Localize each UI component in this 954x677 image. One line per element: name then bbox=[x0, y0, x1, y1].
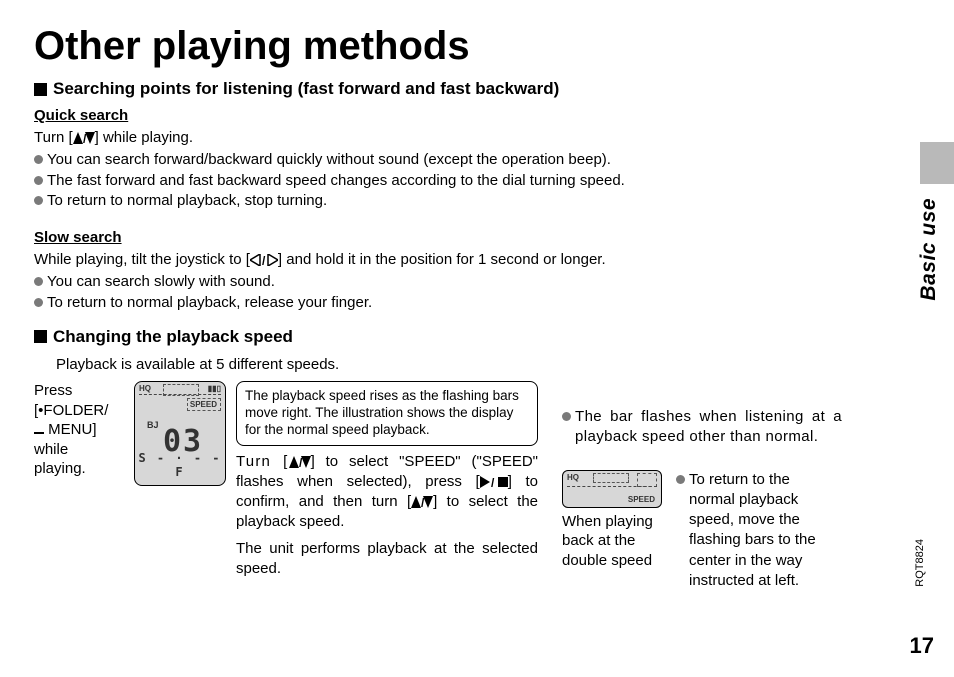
section-heading-search: Searching points for listening (fast for… bbox=[34, 79, 894, 99]
page-title: Other playing methods bbox=[34, 24, 894, 69]
text-line: [•FOLDER/ bbox=[34, 401, 124, 421]
text-line: MENU] bbox=[34, 420, 124, 440]
right-bullet-1: The bar flashes when listening at a play… bbox=[562, 407, 842, 448]
bullet-icon bbox=[34, 196, 43, 205]
lcd-speed-label: SPEED bbox=[628, 495, 655, 504]
page-number: 17 bbox=[910, 633, 934, 659]
section-heading-text: Changing the playback speed bbox=[53, 327, 293, 347]
bullet-text: The bar flashes when listening at a play… bbox=[575, 407, 842, 448]
bullet-text: You can search forward/backward quickly … bbox=[47, 150, 611, 170]
lcd-illustration: HQ ▮▮▯ SPEED BJ 03 S - · - - F bbox=[134, 381, 226, 486]
lcd-dashed-selection bbox=[187, 398, 221, 411]
lcd-battery-icon: ▮▮▯ bbox=[208, 384, 221, 393]
mid-instruction: Turn [/] to select "SPEED" ("SPEED" flas… bbox=[236, 452, 538, 533]
mid-instruction-2: The unit performs playback at the select… bbox=[236, 539, 538, 580]
bullet-icon bbox=[562, 412, 571, 421]
svg-text:/: / bbox=[491, 476, 496, 488]
lcd-speed-bar: S - · - - F bbox=[135, 451, 225, 479]
text-line: Press bbox=[34, 381, 124, 401]
bullet-text: To return to normal playback, release yo… bbox=[47, 293, 372, 313]
bullet-icon bbox=[34, 277, 43, 286]
speed-row: Press [•FOLDER/ MENU] while playing. HQ … bbox=[34, 381, 894, 591]
lcd-hq-label: HQ bbox=[139, 384, 151, 393]
lcd-dashed-selection bbox=[163, 384, 199, 396]
slow-search-line: While playing, tilt the joystick to [ / ] … bbox=[34, 250, 894, 270]
square-bullet-icon bbox=[34, 83, 47, 96]
text-line: while bbox=[34, 440, 124, 460]
lcd-divider bbox=[567, 486, 657, 487]
section-heading-speed: Changing the playback speed bbox=[34, 327, 894, 347]
bullet-icon bbox=[676, 475, 685, 484]
square-bullet-icon bbox=[34, 330, 47, 343]
document-code: RQT8824 bbox=[914, 539, 926, 587]
speed-subtext: Playback is available at 5 different spe… bbox=[56, 355, 894, 375]
small-lcd-illustration: HQ SPEED bbox=[562, 470, 662, 508]
text-line: playing. bbox=[34, 459, 124, 479]
side-section-label: Basic use bbox=[917, 198, 941, 301]
dial-up-down-icon: / bbox=[289, 456, 311, 468]
dial-up-down-icon: / bbox=[73, 132, 95, 144]
subheading-quick-search: Quick search bbox=[34, 107, 894, 124]
double-speed-row: HQ SPEED When playing back at the double… bbox=[562, 470, 842, 592]
text-fragment: ] and hold it in the position for 1 seco… bbox=[278, 251, 606, 268]
mid-column: The playback speed rises as the flashing… bbox=[236, 381, 538, 579]
text-fragment: While playing, tilt the joystick to [ bbox=[34, 251, 250, 268]
press-instruction: Press [•FOLDER/ MENU] while playing. bbox=[34, 381, 124, 479]
quick-search-bullets: You can search forward/backward quickly … bbox=[34, 150, 894, 211]
quick-search-line: Turn [/] while playing. bbox=[34, 128, 894, 148]
manual-page: Other playing methods Searching points f… bbox=[0, 0, 954, 677]
bullet-icon bbox=[34, 176, 43, 185]
bullet-icon bbox=[34, 155, 43, 164]
lcd-hq-label: HQ bbox=[567, 473, 579, 482]
lcd-dashed-selection bbox=[637, 473, 657, 487]
bullet-text: To return to normal playback, stop turni… bbox=[47, 191, 327, 211]
double-speed-caption: When playing back at the double speed bbox=[562, 512, 662, 571]
section-heading-text: Searching points for listening (fast for… bbox=[53, 79, 559, 99]
tip-box: The playback speed rises as the flashing… bbox=[236, 381, 538, 446]
bullet-text: You can search slowly with sound. bbox=[47, 272, 275, 292]
lcd-dashed-selection bbox=[593, 473, 629, 483]
right-column: The bar flashes when listening at a play… bbox=[562, 407, 842, 591]
bullet-icon bbox=[34, 298, 43, 307]
text-fragment: MENU] bbox=[48, 421, 96, 438]
bullet-text: To return to the normal playback speed, … bbox=[689, 470, 826, 592]
text-fragment: Turn [ bbox=[34, 129, 73, 146]
lcd-bj-label: BJ bbox=[147, 420, 159, 430]
play-stop-icon: / bbox=[480, 476, 508, 488]
subheading-slow-search: Slow search bbox=[34, 229, 894, 246]
dial-up-down-icon: / bbox=[411, 496, 433, 508]
text-fragment: Turn [ bbox=[236, 453, 289, 470]
menu-bar-icon bbox=[34, 430, 44, 436]
svg-text:/: / bbox=[262, 254, 266, 266]
double-speed-block: HQ SPEED When playing back at the double… bbox=[562, 470, 662, 592]
slow-search-bullets: You can search slowly with sound. To ret… bbox=[34, 272, 894, 313]
text-fragment: ] while playing. bbox=[95, 129, 193, 146]
bullet-text: The fast forward and fast backward speed… bbox=[47, 171, 625, 191]
side-tab bbox=[920, 142, 954, 184]
joystick-left-right-icon: / bbox=[250, 254, 278, 266]
right-bullet-2: To return to the normal playback speed, … bbox=[676, 470, 826, 592]
